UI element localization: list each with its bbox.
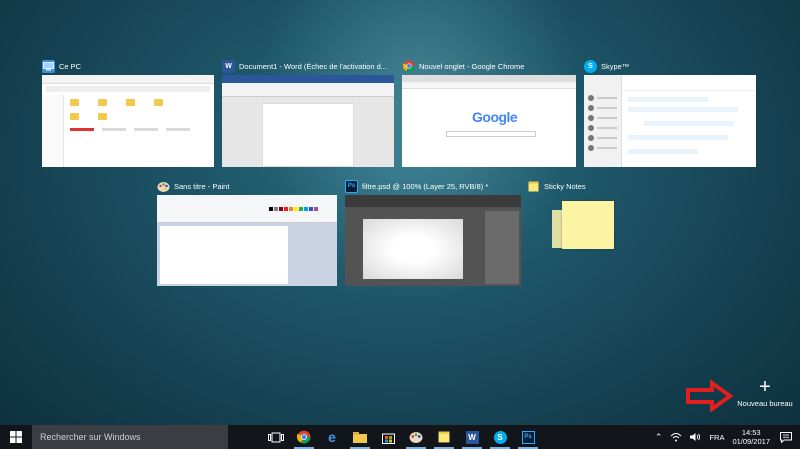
word-icon: W <box>465 430 479 444</box>
google-logo: Google <box>472 109 518 125</box>
window-title: Skype™ <box>601 61 630 71</box>
sticky-notes-icon <box>438 431 450 443</box>
window-card-skype[interactable]: S Skype™ <box>584 58 756 168</box>
window-thumbnail[interactable] <box>42 75 214 167</box>
window-thumbnail[interactable] <box>345 195 521 286</box>
taskbar-sticky-notes[interactable] <box>430 425 458 449</box>
window-card-chrome[interactable]: Nouvel onglet - Google Chrome Google <box>402 58 576 168</box>
taskbar-photoshop[interactable]: Ps <box>514 425 542 449</box>
window-thumbnail[interactable] <box>157 195 337 286</box>
window-thumbnail[interactable] <box>584 75 756 167</box>
edge-icon: e <box>328 429 336 445</box>
chevron-up-icon: ⌃ <box>654 431 663 442</box>
new-desktop-label: Nouveau bureau <box>737 399 793 408</box>
window-card-photoshop[interactable]: Ps filtre.psd @ 100% (Layer 25, RVB/8) * <box>345 178 521 286</box>
annotation-arrow-icon <box>686 380 734 412</box>
window-title: filtre.psd @ 100% (Layer 25, RVB/8) * <box>362 181 489 191</box>
skype-icon: S <box>493 430 507 444</box>
taskbar-store[interactable] <box>374 425 402 449</box>
clock-time: 14:53 <box>741 428 761 437</box>
clock-date: 01/09/2017 <box>732 437 770 446</box>
folder-icon <box>353 431 367 443</box>
window-title: Ce PC <box>59 61 82 71</box>
window-title-bar: S Skype™ <box>584 58 629 74</box>
skype-icon: S <box>584 59 597 73</box>
sticky-notes-icon <box>527 180 540 193</box>
word-icon: W <box>222 59 235 73</box>
taskbar-file-explorer[interactable] <box>346 425 374 449</box>
paint-icon <box>409 432 423 443</box>
window-title: Document1 - Word (Échec de l'activation … <box>239 61 388 71</box>
window-card-explorer[interactable]: Ce PC <box>42 58 214 168</box>
taskbar-paint[interactable] <box>402 425 430 449</box>
chrome-icon <box>297 430 311 444</box>
window-title: Nouvel onglet - Google Chrome <box>419 61 525 71</box>
language-indicator[interactable]: FRA <box>705 433 728 442</box>
notification-icon <box>780 431 792 443</box>
volume-button[interactable] <box>686 432 705 442</box>
computer-icon <box>42 59 55 73</box>
window-card-paint[interactable]: Sans titre - Paint <box>157 178 337 286</box>
window-card-word[interactable]: W Document1 - Word (Échec de l'activatio… <box>222 58 394 168</box>
window-title-bar: Sticky Notes <box>527 178 586 194</box>
wifi-icon <box>671 433 682 442</box>
window-title-bar: Ce PC <box>42 58 81 74</box>
chrome-icon <box>402 60 415 73</box>
taskbar: Rechercher sur Windows e W S Ps ⌃ FRA 14… <box>0 425 800 449</box>
windows-logo-icon <box>10 431 22 443</box>
window-title-bar: Ps filtre.psd @ 100% (Layer 25, RVB/8) * <box>345 178 488 194</box>
task-view-desktop: Ce PC W Document1 - Word (Échec de l'act… <box>0 0 800 425</box>
show-hidden-icons-button[interactable]: ⌃ <box>651 432 667 443</box>
system-tray: ⌃ FRA 14:53 01/09/2017 <box>651 425 800 449</box>
photoshop-icon: Ps <box>345 179 358 193</box>
window-title: Sans titre - Paint <box>174 181 230 191</box>
action-center-button[interactable] <box>774 431 800 443</box>
window-thumbnail[interactable] <box>222 75 394 167</box>
taskbar-edge[interactable]: e <box>318 425 346 449</box>
window-title-bar: W Document1 - Word (Échec de l'activatio… <box>222 58 387 74</box>
photoshop-icon: Ps <box>521 430 535 444</box>
task-view-icon <box>268 432 284 442</box>
new-desktop-button[interactable]: + Nouveau bureau <box>732 376 798 408</box>
taskbar-chrome[interactable] <box>290 425 318 449</box>
window-title: Sticky Notes <box>544 181 586 191</box>
task-view-button[interactable] <box>262 425 290 449</box>
paint-icon <box>157 180 170 193</box>
taskbar-word[interactable]: W <box>458 425 486 449</box>
store-icon <box>381 433 395 444</box>
network-button[interactable] <box>666 432 686 442</box>
window-thumbnail[interactable]: Google <box>402 75 576 167</box>
taskbar-skype[interactable]: S <box>486 425 514 449</box>
sticky-note-front[interactable] <box>562 201 614 249</box>
search-input[interactable]: Rechercher sur Windows <box>32 425 228 449</box>
speaker-icon <box>690 433 701 441</box>
google-search-box <box>446 131 536 137</box>
window-title-bar: Sans titre - Paint <box>157 178 229 194</box>
clock[interactable]: 14:53 01/09/2017 <box>728 428 774 446</box>
plus-icon: + <box>759 376 771 398</box>
start-button[interactable] <box>0 425 32 449</box>
window-title-bar: Nouvel onglet - Google Chrome <box>402 58 524 74</box>
